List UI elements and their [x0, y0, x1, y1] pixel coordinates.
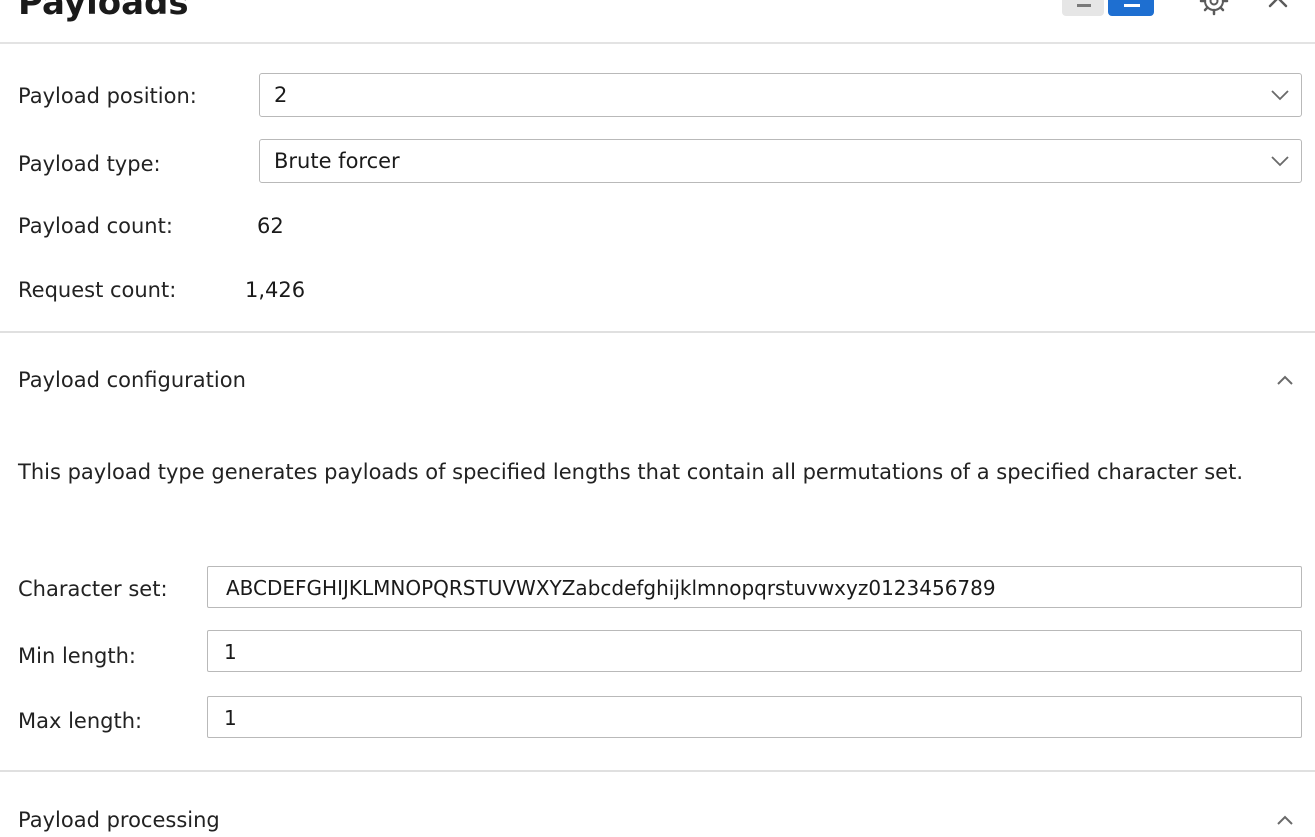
min-length-value: 1 — [224, 640, 237, 664]
max-length-value: 1 — [224, 706, 237, 730]
character-set-input[interactable]: ABCDEFGHIJKLMNOPQRSTUVWXYZabcdefghijklmn… — [207, 566, 1302, 608]
payload-type-value: Brute forcer — [274, 149, 400, 173]
chevron-up-icon[interactable] — [1274, 812, 1296, 828]
section-divider — [0, 770, 1315, 772]
payload-type-description: This payload type generates payloads of … — [18, 460, 1244, 484]
payload-position-value: 2 — [274, 83, 288, 107]
payload-count-label: Payload count: — [18, 214, 173, 238]
character-set-label: Character set: — [18, 577, 168, 601]
split-view-button[interactable] — [1108, 0, 1154, 16]
panel-header: Payloads — [0, 0, 1315, 44]
list-view-button[interactable] — [1062, 0, 1104, 16]
payload-processing-title: Payload processing — [18, 808, 220, 832]
section-divider — [0, 331, 1315, 333]
close-icon[interactable] — [1262, 0, 1294, 14]
split-view-icon — [1124, 4, 1140, 7]
payload-position-select[interactable]: 2 — [259, 73, 1302, 117]
payload-type-select[interactable]: Brute forcer — [259, 139, 1302, 183]
min-length-label: Min length: — [18, 644, 136, 668]
chevron-down-icon — [1271, 156, 1289, 167]
payload-type-label: Payload type: — [18, 152, 161, 176]
character-set-value: ABCDEFGHIJKLMNOPQRSTUVWXYZabcdefghijklmn… — [226, 576, 996, 600]
panel-title: Payloads — [18, 0, 189, 23]
request-count-label: Request count: — [18, 278, 177, 302]
gear-icon[interactable] — [1199, 0, 1229, 16]
min-length-input[interactable]: 1 — [207, 630, 1302, 672]
max-length-label: Max length: — [18, 709, 143, 733]
list-view-icon — [1077, 4, 1091, 7]
payload-configuration-title: Payload configuration — [18, 368, 246, 392]
payloads-panel: Payloads Payload position: 2 Payload typ… — [0, 0, 1315, 837]
chevron-down-icon — [1271, 90, 1289, 101]
request-count-value: 1,426 — [245, 278, 306, 302]
payload-count-value: 62 — [257, 214, 284, 238]
chevron-up-icon[interactable] — [1274, 372, 1296, 388]
payload-position-label: Payload position: — [18, 84, 197, 108]
max-length-input[interactable]: 1 — [207, 696, 1302, 738]
